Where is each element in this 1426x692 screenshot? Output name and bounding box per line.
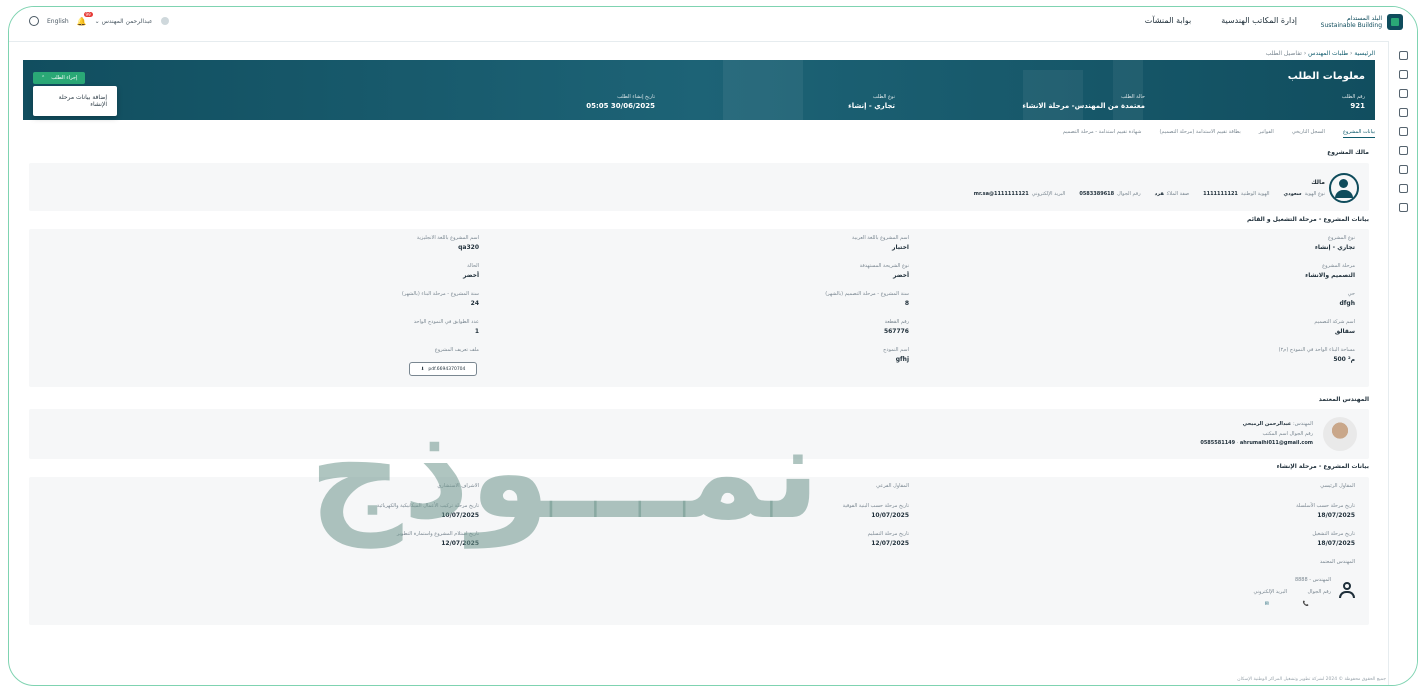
notification-bell-icon[interactable]: 🔔 99 [77, 11, 93, 26]
owner-mobile: 0583389618 [1079, 191, 1115, 197]
download-icon: ⬇ [420, 366, 425, 372]
side-rail [1388, 41, 1417, 685]
request-hero: معلومات الطلب رقم الطلب 921 حالة الطلب م… [23, 60, 1375, 120]
main-nav: إدارة المكاتب الهندسية بوابة المنشآت [1145, 16, 1297, 25]
logo-icon [1387, 14, 1403, 30]
top-bar: البلد المستدام Sustainable Building إدار… [9, 7, 1417, 42]
supervisor-label: المهندس المعتمد [1319, 559, 1355, 565]
project-field: مرحلة المشروع التصميم والانشاء [1305, 263, 1355, 279]
report-icon[interactable] [1398, 203, 1408, 212]
owner-id-type: سعودي [1283, 191, 1302, 197]
request-actions-button[interactable]: ⌃ إجراء الطلب [33, 72, 86, 84]
project-field: حي dfgh [1339, 291, 1355, 307]
breadcrumb-requests[interactable]: طلبات المهندس [1308, 50, 1348, 57]
user-icon [160, 17, 169, 25]
project-field: اسم شركة التصميم سقالق [1314, 319, 1355, 335]
tab-sustainability-card[interactable]: بطاقة تقييم الاستدامة (مرحلة التصميم) [1159, 129, 1240, 138]
language-switch[interactable]: English [47, 18, 69, 25]
database-icon[interactable] [1398, 184, 1408, 193]
home-icon[interactable] [1398, 51, 1408, 60]
breadcrumb: الرئيسية ‹ طلبات المهندس ‹ تفاصيل الطلب [1265, 50, 1375, 57]
engineer-section-title: المهندس المعتمد [1318, 396, 1369, 403]
construction-field: تاريخ مرحلة حسب الأسلسلة 18/07/2025 [1296, 503, 1355, 519]
tab-project-data[interactable]: بيانات المشروع [1342, 129, 1375, 138]
nav-engineering-offices[interactable]: إدارة المكاتب الهندسية [1221, 16, 1297, 25]
add-construction-data-menu-item[interactable]: إضافة بيانات مرحلة الإنشاء [33, 86, 117, 116]
project-field: نوع المشروع تجاري - إنشاء [1314, 235, 1355, 251]
engineer-photo [1323, 417, 1357, 451]
hero-request-number: رقم الطلب 921 [1341, 94, 1365, 110]
help-icon[interactable] [1398, 165, 1408, 174]
owner-email: mr.sa@1111111121 [973, 191, 1029, 197]
project-field: اسم المشروع باللغة الانجليزية qa320 [416, 235, 479, 251]
engineer-contact-row: 0585581149 · ahrumaihi011@gmail.com [1200, 440, 1313, 446]
owner-relation: فرد [1154, 191, 1164, 197]
footer-copyright: جميع الحقوق محفوظة © 2024 لشركة تطوير وت… [1237, 677, 1386, 682]
tab-sustainability-certificate[interactable]: شهادة تقييم استدامة - مرحلة التصميم [1063, 129, 1142, 138]
project-field: اسم المشروع باللغة العربية اختبار [852, 235, 909, 251]
project-card: نوع المشروع تجاري - إنشاء اسم المشروع بال… [29, 229, 1369, 387]
chevron-up-icon: ⌃ [41, 75, 46, 81]
construction-field: المقاول الرئيسي [1320, 483, 1355, 489]
sample-watermark: نمـــوذج [309, 396, 821, 548]
tab-history[interactable]: السجل التاريخي [1292, 129, 1325, 138]
owner-details: نوع الهويةسعودي الهوية الوطنية1111111121… [973, 191, 1325, 197]
globe-icon [29, 16, 39, 26]
phone-icon[interactable]: 📞 [1303, 601, 1309, 607]
project-field: نوع الشريحة المستهدفة أخضر [859, 263, 909, 279]
project-field: ملف تعريف المشروع [434, 347, 479, 353]
notification-badge: 99 [83, 11, 93, 17]
project-field: سنة المشروع - مرحلة البناء (بالشهر) 24 [401, 291, 479, 307]
logo-subtitle: Sustainable Building [1320, 22, 1382, 29]
owner-avatar-icon [1329, 173, 1359, 203]
breadcrumb-home[interactable]: الرئيسية [1354, 50, 1375, 57]
hero-created: تاريخ إنشاء الطلب 05:05 30/06/2025 [586, 94, 655, 110]
tab-invoices[interactable]: الفواتير [1259, 129, 1274, 138]
project-section-title: بيانات المشروع - مرحلة التشغيل و القائم [1247, 216, 1369, 223]
request-tabs: بيانات المشروع السجل التاريخي الفواتير ب… [1063, 129, 1375, 138]
project-field: الحالة أخضر [462, 263, 479, 279]
dashboard-icon[interactable] [1398, 127, 1408, 136]
document-icon[interactable] [1398, 89, 1408, 98]
project-field: عدد الطوابق في النموذج الواحد 1 [413, 319, 479, 335]
settings-icon[interactable] [1398, 146, 1408, 155]
top-left-tools: English 🔔 99 ⌄ عبدالرحمن المهندس [29, 11, 169, 26]
owner-id: 1111111121 [1203, 191, 1238, 197]
engineer-mobile-row: رقم الجوال اسم المكتب [1262, 431, 1313, 437]
owner-card: مالك نوع الهويةسعودي الهوية الوطنية11111… [29, 163, 1369, 211]
supervisor-email[interactable]: البريد الإلكتروني [1217, 589, 1287, 595]
project-field: مساحة البناء الواحد في النموذج (م٢) 500 م… [1278, 347, 1355, 363]
owner-name: مالك [1311, 179, 1325, 186]
nav-facilities-portal[interactable]: بوابة المنشآت [1145, 16, 1191, 25]
project-file-download-button[interactable]: ⬇ pdf.6694370704 [409, 362, 477, 376]
hero-deco-building [1113, 60, 1143, 120]
person-icon [1339, 582, 1355, 598]
globe-nav-icon[interactable] [1398, 70, 1408, 79]
hero-title: معلومات الطلب [1287, 71, 1365, 82]
app-logo[interactable]: البلد المستدام Sustainable Building [1321, 14, 1403, 30]
owner-section-title: مالك المشروع [1327, 149, 1369, 156]
hero-type: نوع الطلب تجاري - إنشاء [848, 94, 895, 110]
project-field: رقم القطعة 567776 [883, 319, 909, 335]
engineer-email: ahrumaihi011@gmail.com [1239, 440, 1313, 446]
app-frame: البلد المستدام Sustainable Building إدار… [8, 6, 1418, 686]
project-field: سنة المشروع - مرحلة التصميم (بالشهر) 8 [825, 291, 909, 307]
engineer-mobile: 0585581149 [1200, 440, 1236, 446]
engineer-name: عبدالرحمن الرميحي [1242, 421, 1292, 427]
hero-status: حالة الطلب معتمدة من المهندس- مرحلة الان… [1022, 94, 1145, 110]
hero-deco-building [723, 60, 803, 120]
breadcrumb-current: تفاصيل الطلب [1265, 50, 1302, 57]
construction-section-title: بيانات المشروع - مرحلة الإنشاء [1276, 463, 1369, 470]
logo-title: البلد المستدام [1346, 15, 1382, 22]
supervisor-sub: المهندس - 8888 [1294, 577, 1331, 583]
list-icon[interactable] [1398, 108, 1408, 117]
user-menu[interactable]: ⌄ عبدالرحمن المهندس [95, 18, 153, 25]
email-icon[interactable]: ✉ [1265, 601, 1269, 607]
construction-field: تاريخ مرحلة التشغيل 18/07/2025 [1312, 531, 1355, 547]
engineer-name-row: المهندس: عبدالرحمن الرميحي [1242, 421, 1313, 427]
user-name: عبدالرحمن المهندس [101, 17, 153, 25]
project-field: اسم النموذج gfhj [883, 347, 909, 363]
